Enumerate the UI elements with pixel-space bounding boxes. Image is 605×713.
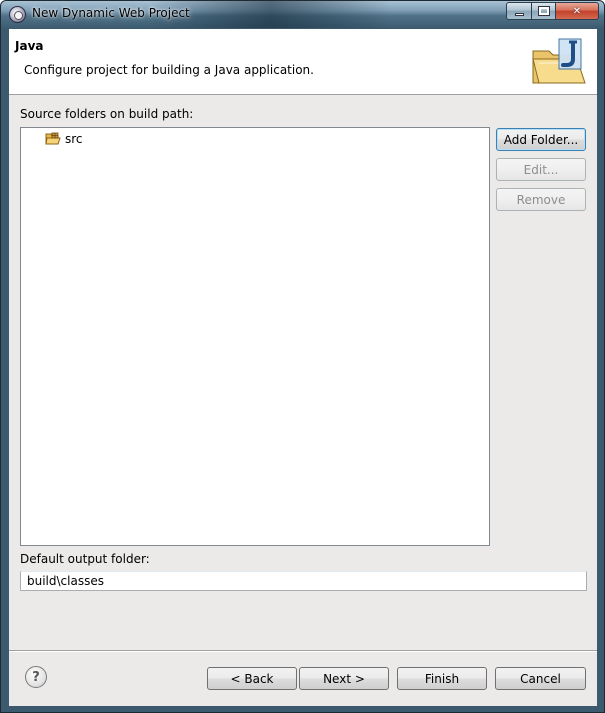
close-icon: ✕ <box>572 5 582 17</box>
add-folder-button[interactable]: Add Folder... <box>496 128 586 151</box>
close-button[interactable]: ✕ <box>555 2 599 20</box>
finish-button[interactable]: Finish <box>397 667 487 690</box>
footer-separator <box>9 650 597 652</box>
tree-item-src[interactable]: src <box>45 131 83 147</box>
package-folder-icon <box>45 132 61 145</box>
source-folders-tree[interactable]: src <box>20 127 490 546</box>
dialog-client-area: Java Configure project for building a Ja… <box>9 29 597 706</box>
maximize-icon <box>537 6 550 16</box>
cancel-button[interactable]: Cancel <box>495 667 586 690</box>
remove-button[interactable]: Remove <box>496 188 586 211</box>
next-button[interactable]: Next > <box>299 667 389 690</box>
dialog-window: New Dynamic Web Project ✕ Java Configure… <box>0 0 605 713</box>
output-folder-input[interactable]: build\classes <box>20 571 587 591</box>
eclipse-app-icon[interactable] <box>9 6 26 23</box>
window-title: New Dynamic Web Project <box>32 6 190 20</box>
minimize-icon <box>514 12 524 16</box>
source-folders-label: Source folders on build path: <box>20 107 194 121</box>
back-button[interactable]: < Back <box>207 667 297 690</box>
page-description: Configure project for building a Java ap… <box>24 63 314 77</box>
page-title: Java <box>15 39 44 53</box>
tree-item-label: src <box>65 132 83 146</box>
title-bar[interactable]: New Dynamic Web Project ✕ <box>1 1 604 28</box>
java-folder-icon <box>532 38 586 84</box>
minimize-button[interactable] <box>506 2 532 20</box>
wizard-header: Java Configure project for building a Ja… <box>9 29 597 95</box>
output-folder-label: Default output folder: <box>20 552 150 566</box>
maximize-button[interactable] <box>531 2 556 20</box>
help-icon[interactable]: ? <box>25 666 47 688</box>
edit-button[interactable]: Edit... <box>496 158 586 181</box>
